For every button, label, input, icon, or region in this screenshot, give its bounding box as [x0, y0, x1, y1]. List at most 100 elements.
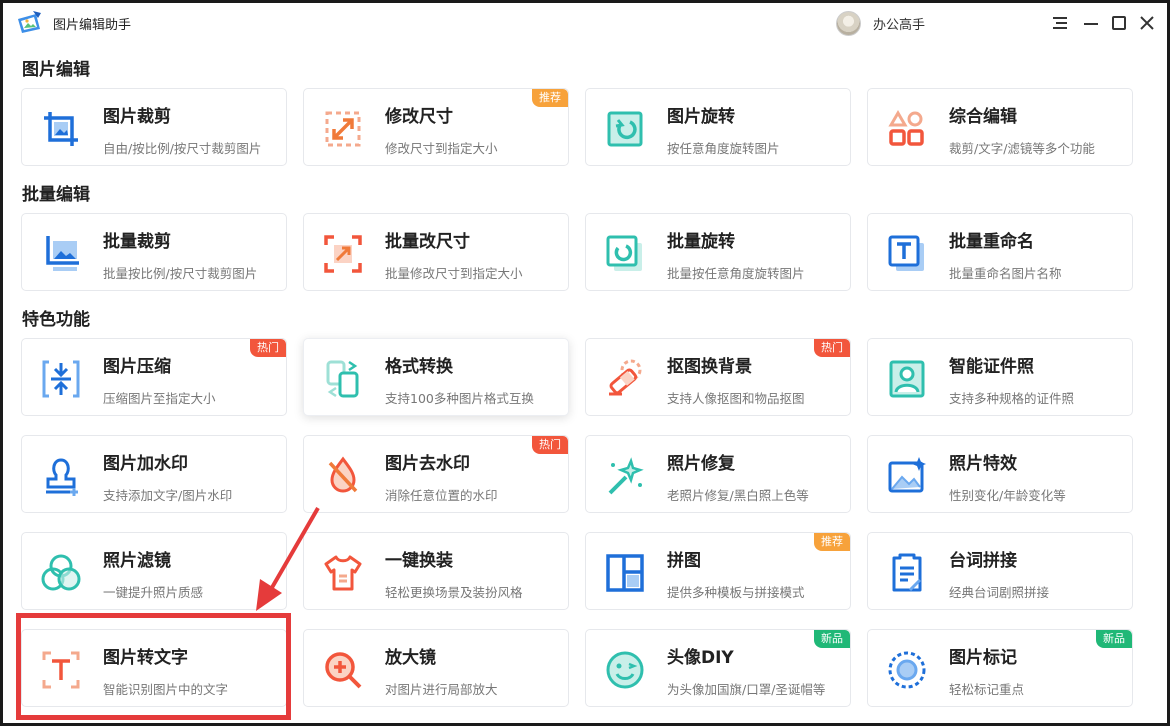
card-desc: 批量重命名图片名称: [949, 266, 1062, 281]
card-desc: 对图片进行局部放大: [385, 682, 498, 697]
card-avatar-diy[interactable]: 头像DIY 为头像加国旗/口罩/圣诞帽等 新品: [585, 629, 851, 707]
card-format-convert[interactable]: 格式转换 支持100多种图片格式互换: [303, 338, 569, 416]
card-batch-resize[interactable]: 批量改尺寸 批量修改尺寸到指定大小: [303, 213, 569, 291]
card-desc: 消除任意位置的水印: [385, 488, 498, 503]
card-resize[interactable]: 修改尺寸 修改尺寸到指定大小 推荐: [303, 88, 569, 166]
card-title: 图片标记: [949, 648, 1017, 668]
format-convert-icon: [326, 360, 359, 398]
card-title: 图片压缩: [103, 357, 171, 377]
section-title-batch-edit: 批量编辑: [22, 185, 90, 205]
card-title: 一键换装: [385, 551, 453, 571]
card-desc: 批量按任意角度旋转图片: [667, 266, 805, 281]
card-desc: 提供多种模板与拼接模式: [667, 585, 805, 600]
card-title: 抠图换背景: [667, 357, 752, 377]
badge-hot: 热门: [250, 339, 286, 357]
card-batch-rename[interactable]: 批量重命名 批量重命名图片名称: [867, 213, 1133, 291]
card-remove-watermark[interactable]: 图片去水印 消除任意位置的水印 热门: [303, 435, 569, 513]
badge-new: 新品: [814, 630, 850, 648]
card-id-photo[interactable]: 智能证件照 支持多种规格的证件照: [867, 338, 1133, 416]
card-caption-stitch[interactable]: 台词拼接 经典台词剧照拼接: [867, 532, 1133, 610]
smiley-icon: [606, 651, 644, 689]
card-title: 放大镜: [385, 648, 436, 668]
badge-hot: 热门: [814, 339, 850, 357]
card-title: 批量改尺寸: [385, 232, 470, 252]
eraser-icon: [609, 359, 642, 396]
card-desc: 修改尺寸到指定大小: [385, 141, 498, 156]
card-title: 拼图: [667, 551, 701, 571]
card-title: 图片旋转: [667, 107, 735, 127]
crop-icon: [44, 112, 78, 146]
card-desc: 老照片修复/黑白照上色等: [667, 488, 809, 503]
card-image-rotate[interactable]: 图片旋转 按任意角度旋转图片: [585, 88, 851, 166]
card-title: 台词拼接: [949, 551, 1017, 571]
id-photo-icon: [889, 360, 925, 398]
zoom-in-icon: [325, 652, 362, 689]
app-window: 图片编辑助手 办公高手 图片编辑 批量编辑 特色功能 图片裁剪 自由/按比例/按…: [0, 0, 1170, 726]
close-icon: [1140, 16, 1154, 30]
annotation-arrow-icon: [256, 506, 320, 611]
card-desc: 支持人像抠图和物品抠图: [667, 391, 805, 406]
app-title: 图片编辑助手: [53, 18, 132, 33]
card-title: 修改尺寸: [385, 107, 453, 127]
menu-button[interactable]: [1049, 12, 1071, 34]
card-title: 格式转换: [385, 357, 453, 377]
card-add-watermark[interactable]: 图片加水印 支持添加文字/图片水印: [21, 435, 287, 513]
card-desc: 经典台词剧照拼接: [949, 585, 1050, 600]
badge-hot: 热门: [532, 436, 568, 454]
card-magnifier[interactable]: 放大镜 对图片进行局部放大: [303, 629, 569, 707]
clipboard-icon: [892, 553, 922, 592]
card-title: 照片特效: [949, 454, 1017, 474]
menu-icon: [1053, 17, 1067, 29]
app-logo-icon: [18, 11, 41, 33]
card-image-mark[interactable]: 图片标记 轻松标记重点 新品: [867, 629, 1133, 707]
card-cutout-background[interactable]: 抠图换背景 支持人像抠图和物品抠图 热门: [585, 338, 851, 416]
card-desc: 支持100多种图片格式互换: [385, 391, 534, 406]
target-mark-icon: [888, 651, 926, 689]
minimize-icon: [1084, 23, 1098, 25]
card-desc: 支持多种规格的证件照: [949, 391, 1075, 406]
compress-icon: [42, 360, 80, 398]
section-title-image-edit: 图片编辑: [22, 60, 90, 80]
card-batch-rotate[interactable]: 批量旋转 批量按任意角度旋转图片: [585, 213, 851, 291]
badge-recommend: 推荐: [532, 89, 568, 107]
stamp-icon: [46, 458, 78, 496]
highlight-box: [16, 613, 291, 720]
card-collage[interactable]: 拼图 提供多种模板与拼接模式 推荐: [585, 532, 851, 610]
collage-icon: [606, 554, 644, 592]
card-image-crop[interactable]: 图片裁剪 自由/按比例/按尺寸裁剪图片: [21, 88, 287, 166]
card-photo-effects[interactable]: 照片特效 性别变化/年龄变化等: [867, 435, 1133, 513]
close-button[interactable]: [1136, 12, 1158, 34]
rename-text-icon: [888, 235, 924, 271]
username[interactable]: 办公高手: [873, 14, 925, 33]
card-desc: 性别变化/年龄变化等: [949, 488, 1066, 503]
card-batch-crop[interactable]: 批量裁剪 批量按比例/按尺寸裁剪图片: [21, 213, 287, 291]
minimize-button[interactable]: [1080, 12, 1102, 34]
batch-rotate-icon: [606, 235, 642, 271]
card-desc: 轻松标记重点: [949, 682, 1025, 697]
card-combined-edit[interactable]: 综合编辑 裁剪/文字/滤镜等多个功能: [867, 88, 1133, 166]
card-title: 图片加水印: [103, 454, 188, 474]
card-title: 照片修复: [667, 454, 735, 474]
avatar[interactable]: [836, 11, 861, 36]
badge-recommend: 推荐: [814, 533, 850, 551]
shirt-icon: [324, 555, 362, 591]
card-title: 图片去水印: [385, 454, 470, 474]
photo-effect-icon: [888, 457, 926, 493]
rotate-icon: [607, 111, 643, 147]
card-outfit-change[interactable]: 一键换装 轻松更换场景及装扮风格: [303, 532, 569, 610]
card-desc: 按任意角度旋转图片: [667, 141, 780, 156]
card-desc: 一键提升照片质感: [103, 585, 204, 600]
remove-watermark-icon: [328, 456, 358, 493]
card-title: 批量重命名: [949, 232, 1034, 252]
badge-new: 新品: [1096, 630, 1132, 648]
card-desc: 轻松更换场景及装扮风格: [385, 585, 523, 600]
card-desc: 裁剪/文字/滤镜等多个功能: [949, 141, 1095, 156]
magic-wand-icon: [608, 457, 644, 495]
batch-crop-icon: [46, 236, 79, 271]
card-title: 批量裁剪: [103, 232, 171, 252]
card-title: 综合编辑: [949, 107, 1017, 127]
card-photo-repair[interactable]: 照片修复 老照片修复/黑白照上色等: [585, 435, 851, 513]
card-image-compress[interactable]: 图片压缩 压缩图片至指定大小 热门: [21, 338, 287, 416]
filter-icon: [41, 554, 81, 591]
maximize-button[interactable]: [1108, 12, 1130, 34]
